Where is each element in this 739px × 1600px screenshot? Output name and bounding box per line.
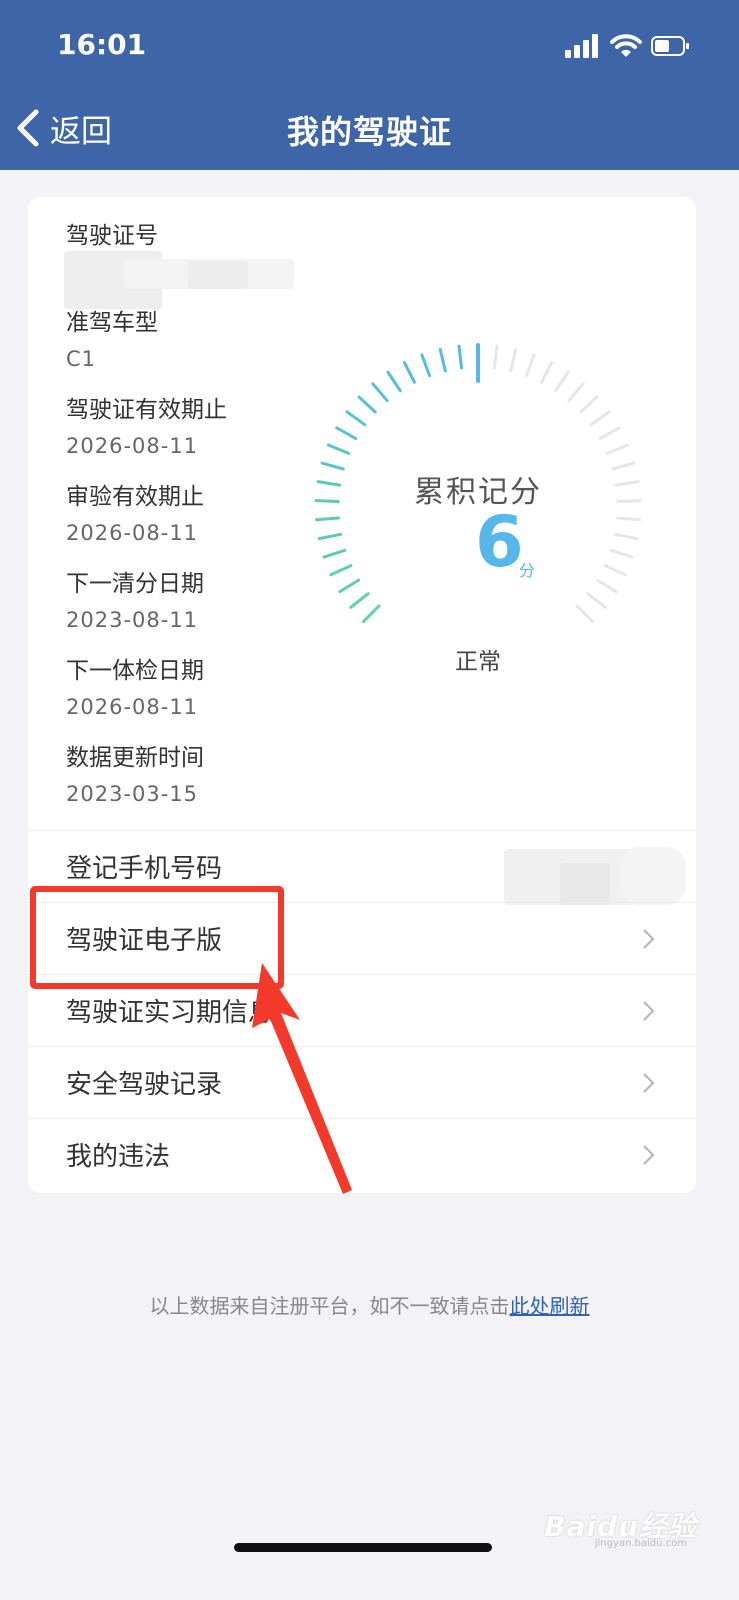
- license-card: 驾驶证号 准驾车型 C1 驾驶证有效期止 2026-08-11 审验有效期止 2…: [28, 197, 696, 1193]
- info-license-expiry: 驾驶证有效期止 2026-08-11: [66, 395, 336, 482]
- info-value: 2026-08-11: [66, 434, 199, 458]
- gauge-tick: [575, 604, 595, 624]
- info-label: 下一清分日期: [66, 571, 204, 597]
- chevron-right-icon: [643, 1145, 655, 1165]
- refresh-link[interactable]: 此处刷新: [510, 1294, 590, 1318]
- info-data-update-time: 数据更新时间 2023-03-15: [66, 743, 336, 830]
- menu-item-label: 驾驶证实习期信息: [66, 998, 275, 1028]
- footer-note: 以上数据来自注册平台，如不一致请点击此处刷新: [0, 1290, 739, 1319]
- signal-icon: [565, 32, 601, 60]
- gauge-tick: [438, 347, 447, 373]
- gauge-tick: [357, 395, 377, 414]
- info-value: C1: [66, 347, 97, 371]
- gauge-tick: [371, 382, 389, 403]
- menu-item-label: 我的违法: [66, 1142, 171, 1172]
- gauge-tick: [322, 548, 347, 559]
- gauge-tick: [603, 564, 627, 577]
- info-vehicle-class: 准驾车型 C1: [66, 308, 336, 395]
- score-value: 6: [475, 501, 524, 583]
- gauge-tick: [326, 443, 351, 455]
- gauge-tick: [589, 410, 611, 427]
- score-unit: 分: [519, 561, 536, 580]
- gauge-tick: [598, 426, 621, 441]
- info-review-expiry: 审验有效期止 2026-08-11: [66, 482, 336, 569]
- chevron-right-icon: [643, 929, 655, 949]
- gauge-tick: [586, 592, 607, 609]
- gauge-tick: [616, 516, 642, 522]
- gauge-tick: [579, 395, 599, 414]
- battery-icon: [651, 36, 689, 56]
- menu-list: 登记手机号码 驾驶证电子版 驾驶证实习期信息 安全驾驶记录 我的违法: [28, 830, 696, 1190]
- score-gauge: 累积记分 6 分 正常: [313, 342, 643, 675]
- info-value: 2023-03-15: [66, 782, 199, 806]
- gauge-tick: [524, 353, 536, 378]
- chevron-right-icon: [643, 1001, 655, 1021]
- watermark-url: jingyan.baidu.com: [594, 1538, 687, 1549]
- redacted-phone-number: [490, 843, 690, 905]
- gauge-tick: [567, 382, 585, 403]
- info-label: 驾驶证号: [66, 223, 158, 249]
- gauge-tick: [540, 361, 554, 384]
- gauge-tick: [595, 578, 618, 594]
- gauge-tick: [609, 548, 634, 559]
- info-value: 2023-08-11: [66, 608, 199, 632]
- gauge-tick: [457, 344, 464, 370]
- gauge-tick: [386, 370, 402, 393]
- status-icons: [565, 32, 691, 60]
- page-title: 我的驾驶证: [286, 113, 452, 151]
- gauge-tick: [317, 532, 343, 541]
- menu-item-label: 安全驾驶记录: [66, 1070, 223, 1100]
- footer-text: 以上数据来自注册平台，如不一致请点击: [149, 1294, 510, 1318]
- status-time: 16:01: [57, 28, 147, 61]
- info-next-checkup-date: 下一体检日期 2026-08-11: [66, 656, 336, 743]
- info-value: 2026-08-11: [66, 521, 199, 545]
- info-label: 准驾车型: [66, 310, 158, 336]
- menu-item-safe-driving-record[interactable]: 安全驾驶记录: [28, 1046, 696, 1118]
- info-value: 2026-08-11: [66, 695, 199, 719]
- info-label: 数据更新时间: [66, 745, 204, 771]
- info-label: 驾驶证有效期止: [66, 397, 227, 423]
- gauge-tick: [420, 353, 432, 378]
- gauge-tick: [329, 564, 353, 577]
- gauge-tick: [335, 426, 358, 441]
- gauge-tick: [554, 370, 570, 393]
- license-info-list: 驾驶证号 准驾车型 C1 驾驶证有效期止 2026-08-11 审验有效期止 2…: [66, 221, 336, 830]
- score-status: 正常: [455, 649, 501, 675]
- gauge-tick: [314, 516, 340, 522]
- gauge-tick: [349, 592, 370, 609]
- gauge-tick: [402, 361, 416, 384]
- info-label: 审验有效期止: [66, 484, 204, 510]
- chevron-right-icon: [643, 1073, 655, 1093]
- info-label: 下一体检日期: [66, 658, 204, 684]
- gauge-tick: [605, 443, 630, 455]
- wifi-icon: [610, 34, 642, 57]
- gauge-tick: [361, 604, 381, 624]
- gauge-tick: [613, 532, 639, 541]
- home-indicator: [234, 1543, 492, 1552]
- gauge-tick: [338, 578, 361, 594]
- menu-item-my-violations[interactable]: 我的违法: [28, 1118, 696, 1190]
- top-bar: 16:01 返回 我的驾驶证: [0, 0, 739, 170]
- highlight-box-annotation: [30, 886, 284, 989]
- gauge-tick: [345, 410, 367, 427]
- gauge-tick: [509, 347, 518, 373]
- info-next-clear-date: 下一清分日期 2023-08-11: [66, 569, 336, 656]
- menu-item-label: 登记手机号码: [66, 854, 223, 884]
- gauge-tick: [492, 344, 499, 370]
